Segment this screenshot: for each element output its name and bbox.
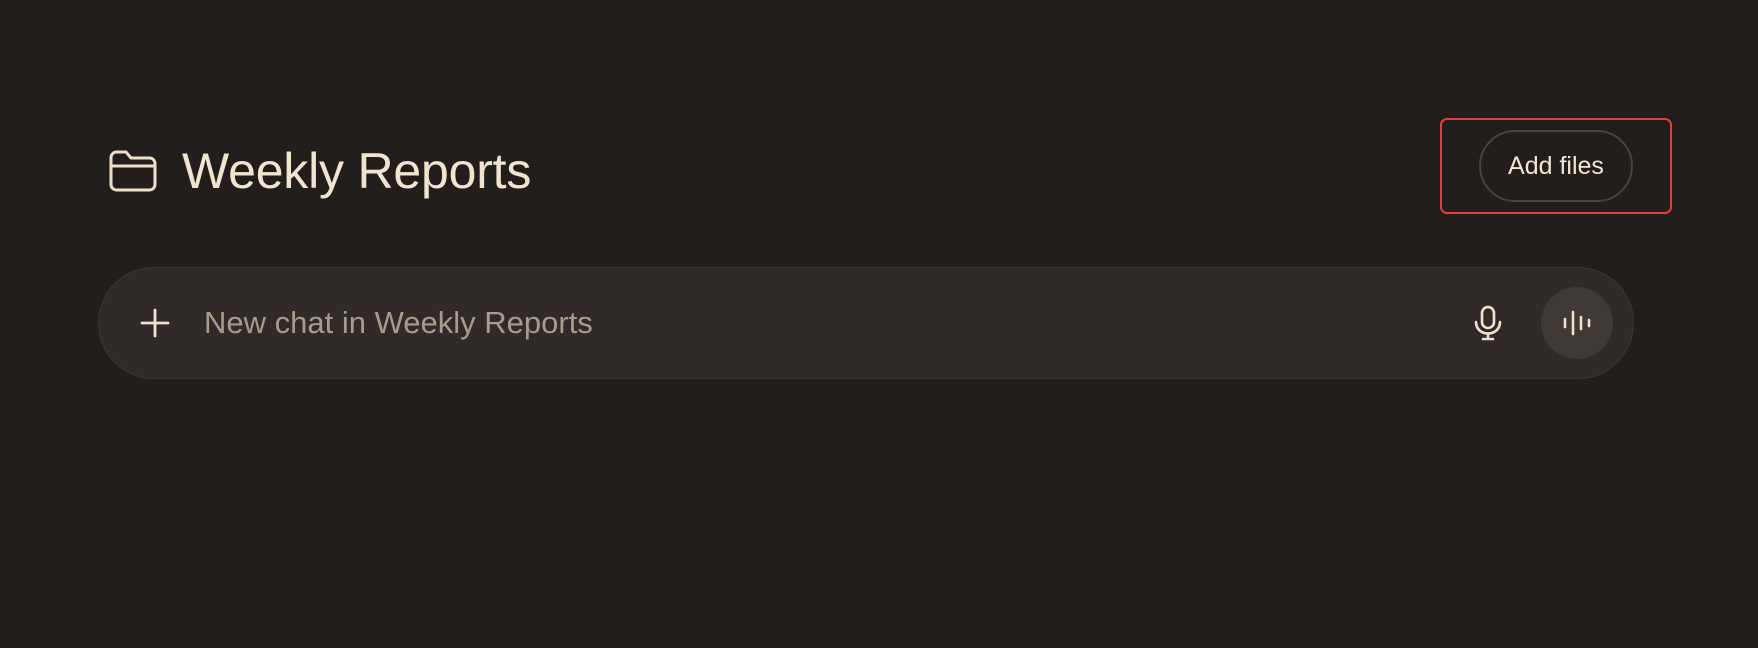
add-files-button[interactable]: Add files	[1479, 130, 1633, 202]
highlight-box: Add files	[1440, 118, 1672, 214]
voice-waveform-icon[interactable]	[1541, 287, 1613, 359]
microphone-icon[interactable]	[1467, 302, 1509, 344]
project-header: Weekly Reports	[106, 140, 531, 202]
plus-icon[interactable]	[134, 302, 176, 344]
new-chat-input[interactable]	[202, 292, 1467, 354]
chat-input-bar	[98, 267, 1634, 379]
folder-icon	[106, 147, 160, 195]
page-title: Weekly Reports	[182, 143, 532, 199]
